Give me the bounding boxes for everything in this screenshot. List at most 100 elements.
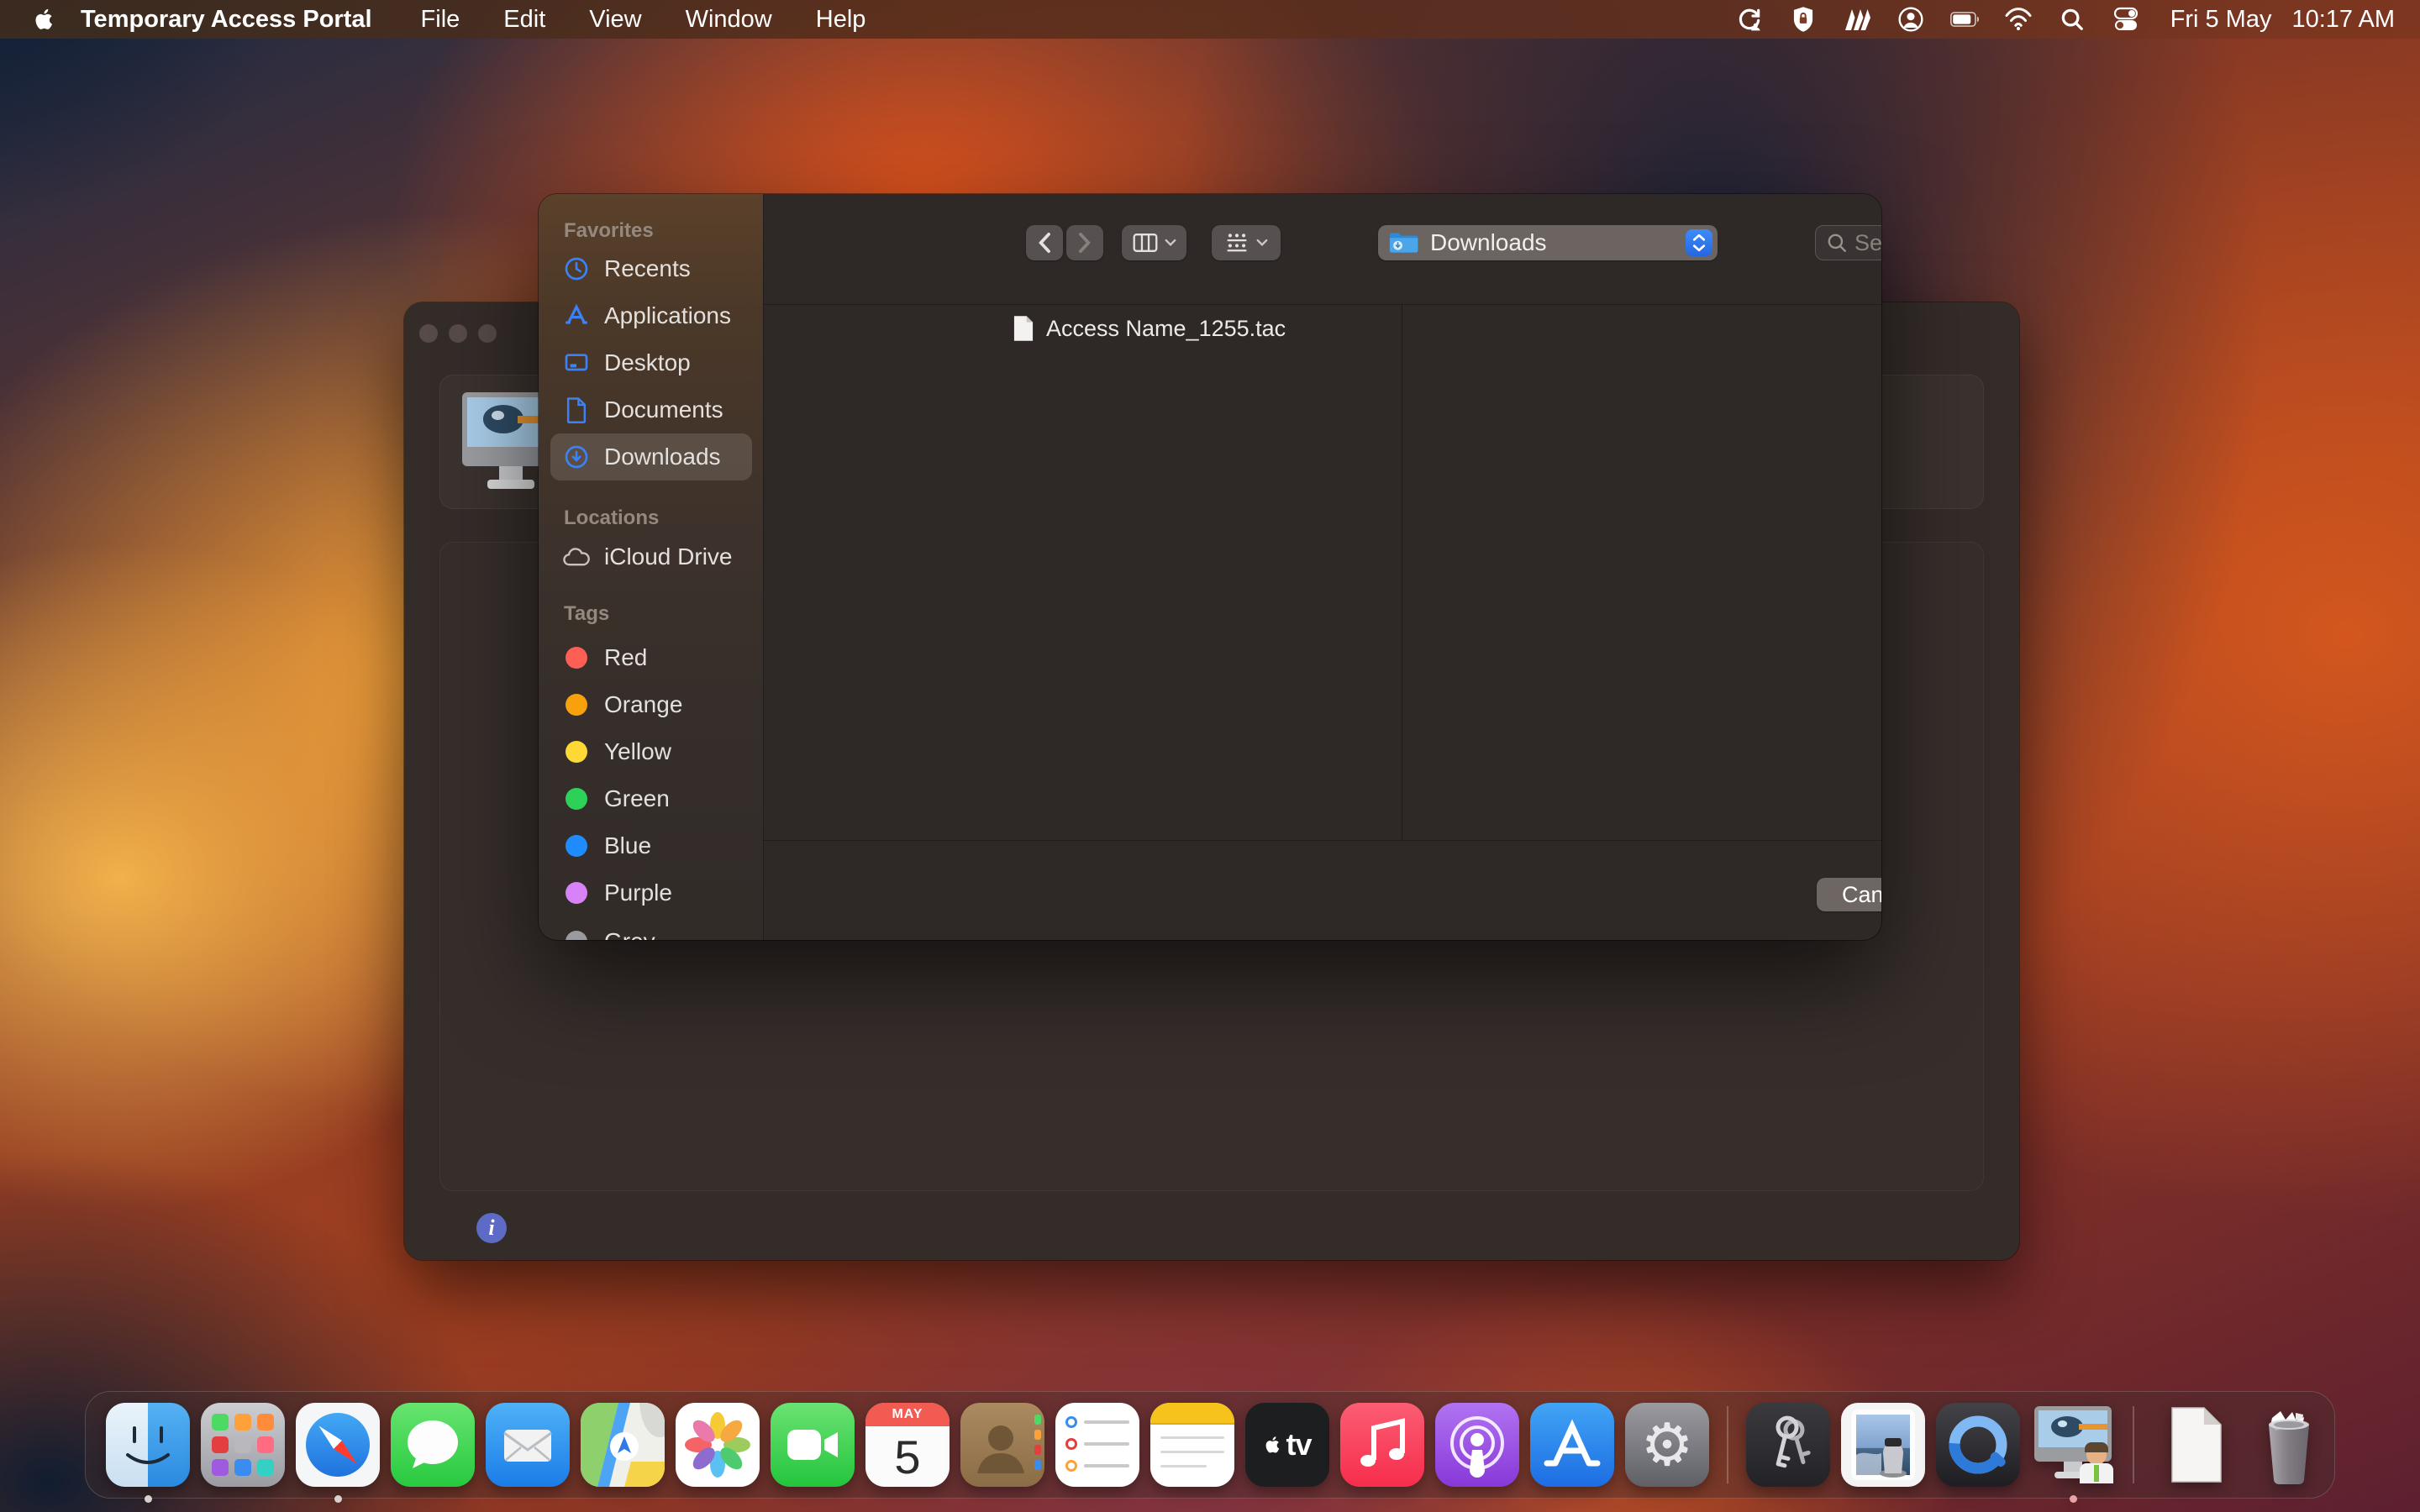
menu-file[interactable]: File bbox=[402, 6, 479, 34]
file-row[interactable]: Access Name_1255.tac bbox=[1013, 310, 1382, 347]
info-button[interactable]: i bbox=[476, 1213, 507, 1243]
sidebar-tag-yellow[interactable]: Yellow bbox=[550, 728, 752, 775]
orange-tag-dot bbox=[566, 694, 587, 716]
menu-bar: Temporary Access Portal File Edit View W… bbox=[0, 0, 2420, 39]
menubar-date[interactable]: Fri 5 May bbox=[2170, 6, 2272, 34]
sidebar-tag-purple[interactable]: Purple bbox=[550, 869, 752, 916]
purple-tag-dot bbox=[566, 882, 587, 904]
notes-icon bbox=[1150, 1403, 1234, 1487]
dialog-main: Downloads Access Name_1255.tac bbox=[764, 194, 1881, 940]
document-file-icon bbox=[2152, 1403, 2236, 1487]
grey-tag-dot bbox=[566, 931, 587, 940]
location-dropdown-label: Downloads bbox=[1430, 229, 1547, 256]
dock-item-mail[interactable] bbox=[486, 1403, 570, 1487]
maps-icon bbox=[581, 1403, 665, 1487]
dock-item-facetime[interactable] bbox=[771, 1403, 855, 1487]
close-button[interactable] bbox=[419, 324, 438, 343]
menu-app-name[interactable]: Temporary Access Portal bbox=[81, 6, 372, 34]
sidebar-section-tags: Tags bbox=[564, 602, 609, 626]
user-circle-icon[interactable] bbox=[1897, 5, 1925, 34]
podcasts-icon bbox=[1435, 1403, 1519, 1487]
control-center-icon[interactable] bbox=[2112, 5, 2140, 34]
dock-item-temporary-access-portal[interactable] bbox=[2031, 1403, 2115, 1487]
dock-item-messages[interactable] bbox=[391, 1403, 475, 1487]
sidebar-tag-green[interactable]: Green bbox=[550, 775, 752, 822]
chevron-left-icon bbox=[1036, 232, 1053, 254]
dock-item-apple-tv[interactable]: tv bbox=[1245, 1403, 1329, 1487]
dock-item-calendar[interactable]: MAY 5 bbox=[865, 1403, 950, 1487]
sidebar-item-recents[interactable]: Recents bbox=[550, 245, 752, 292]
dock-item-photos[interactable] bbox=[676, 1403, 760, 1487]
peaks-logo-icon[interactable] bbox=[1843, 5, 1871, 34]
yellow-tag-dot bbox=[566, 741, 587, 763]
calendar-month: MAY bbox=[865, 1403, 950, 1426]
sidebar-item-documents[interactable]: Documents bbox=[550, 386, 752, 433]
location-dropdown[interactable]: Downloads bbox=[1378, 225, 1718, 260]
zoom-button[interactable] bbox=[478, 324, 497, 343]
sidebar-tag-blue[interactable]: Blue bbox=[550, 822, 752, 869]
apple-menu[interactable] bbox=[30, 3, 59, 36]
desktop-icon bbox=[562, 349, 591, 377]
dock-item-quicktime[interactable] bbox=[1936, 1403, 2020, 1487]
dock-item-finder[interactable] bbox=[106, 1403, 190, 1487]
apple-tv-icon: tv bbox=[1245, 1403, 1329, 1487]
menu-help[interactable]: Help bbox=[797, 6, 885, 34]
dock-item-system-settings[interactable]: ⚙ bbox=[1625, 1403, 1709, 1487]
sidebar-item-icloud-drive[interactable]: iCloud Drive bbox=[550, 533, 752, 580]
dock-item-photo-utility[interactable] bbox=[1841, 1403, 1925, 1487]
column-view-button[interactable] bbox=[1122, 225, 1186, 260]
search-input[interactable] bbox=[1854, 230, 1881, 256]
sidebar-tag-grey[interactable]: Grey bbox=[550, 918, 752, 940]
menubar-time[interactable]: 10:17 AM bbox=[2291, 6, 2395, 34]
file-document-icon bbox=[1013, 315, 1034, 342]
music-icon bbox=[1340, 1403, 1424, 1487]
user-sync-icon[interactable] bbox=[1735, 5, 1764, 34]
menu-edit[interactable]: Edit bbox=[485, 6, 564, 34]
dock-item-maps[interactable] bbox=[581, 1403, 665, 1487]
sidebar-tag-orange[interactable]: Orange bbox=[550, 681, 752, 728]
dock-item-reminders[interactable] bbox=[1055, 1403, 1139, 1487]
document-icon bbox=[562, 396, 591, 424]
group-view-icon bbox=[1224, 231, 1249, 255]
battery-icon[interactable] bbox=[1950, 5, 1979, 34]
dock-item-music[interactable] bbox=[1340, 1403, 1424, 1487]
quicktime-icon bbox=[1936, 1403, 2020, 1487]
column-view-icon bbox=[1133, 232, 1158, 254]
dock-item-launchpad[interactable] bbox=[201, 1403, 285, 1487]
search-icon bbox=[1826, 232, 1848, 254]
spotlight-search-icon[interactable] bbox=[2058, 5, 2086, 34]
menu-view[interactable]: View bbox=[571, 6, 660, 34]
wifi-icon[interactable] bbox=[2004, 5, 2033, 34]
dock-divider bbox=[1727, 1406, 1728, 1483]
dock-item-safari[interactable] bbox=[296, 1403, 380, 1487]
sidebar-tag-red[interactable]: Red bbox=[550, 634, 752, 681]
dock-item-app-store[interactable] bbox=[1530, 1403, 1614, 1487]
open-file-dialog: Favorites Recents Applications Desktop D… bbox=[539, 194, 1881, 940]
menu-window[interactable]: Window bbox=[667, 6, 791, 34]
back-button[interactable] bbox=[1026, 225, 1063, 260]
minimize-button[interactable] bbox=[449, 324, 467, 343]
dock-item-keychain-access[interactable] bbox=[1746, 1403, 1830, 1487]
apple-logo-icon bbox=[32, 4, 57, 34]
launchpad-icon bbox=[201, 1403, 285, 1487]
contacts-icon bbox=[960, 1403, 1044, 1487]
dock-item-document-file[interactable] bbox=[2152, 1403, 2236, 1487]
app-store-icon bbox=[1530, 1403, 1614, 1487]
dock-item-notes[interactable] bbox=[1150, 1403, 1234, 1487]
dropdown-stepper-icon bbox=[1686, 229, 1712, 256]
finder-icon bbox=[106, 1403, 190, 1487]
search-field[interactable] bbox=[1815, 225, 1881, 260]
forward-button[interactable] bbox=[1066, 225, 1103, 260]
sidebar-item-desktop[interactable]: Desktop bbox=[550, 339, 752, 386]
dock-item-trash[interactable] bbox=[2247, 1403, 2331, 1487]
calendar-day: 5 bbox=[894, 1426, 920, 1487]
shield-lock-icon[interactable] bbox=[1789, 5, 1818, 34]
cancel-button[interactable]: Cancel bbox=[1817, 878, 1881, 911]
running-indicator bbox=[2070, 1495, 2077, 1503]
sidebar-item-applications[interactable]: Applications bbox=[550, 292, 752, 339]
group-view-button[interactable] bbox=[1212, 225, 1281, 260]
cloud-icon bbox=[562, 543, 591, 571]
dock-item-contacts[interactable] bbox=[960, 1403, 1044, 1487]
sidebar-item-downloads[interactable]: Downloads bbox=[550, 433, 752, 480]
dock-item-podcasts[interactable] bbox=[1435, 1403, 1519, 1487]
